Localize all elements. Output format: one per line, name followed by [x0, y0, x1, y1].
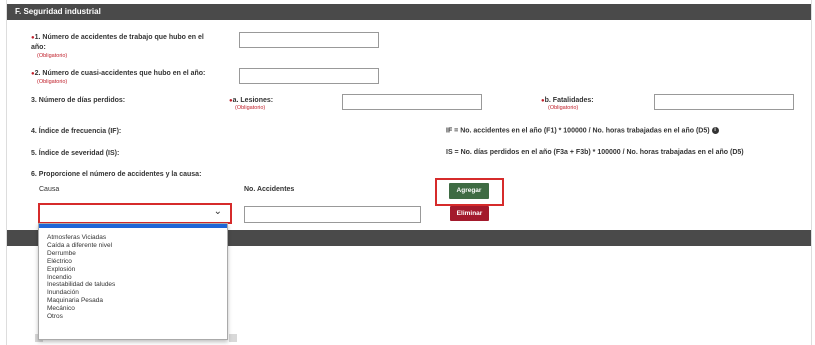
- q6-label: 6. Proporcione el número de accidentes y…: [31, 171, 202, 178]
- q1-required: (Obligatorio): [37, 53, 68, 59]
- option-taludes[interactable]: Inestabilidad de taludes: [39, 281, 227, 289]
- accidentes-input[interactable]: [244, 206, 421, 223]
- option-otros[interactable]: Otros: [39, 313, 227, 321]
- q3a-input[interactable]: [342, 94, 482, 110]
- q1-label: ●1. Número de accidentes de trabajo que …: [31, 34, 204, 51]
- q5-label: 5. Índice de severidad (IS):: [31, 150, 120, 157]
- section-header: F. Seguridad industrial: [7, 4, 811, 20]
- q3a-required: (Obligatorio): [235, 105, 266, 111]
- q1-input[interactable]: [239, 32, 379, 48]
- q5-formula: IS = No. días perdidos en el año (F3a + …: [446, 149, 744, 156]
- remove-button[interactable]: Eliminar: [450, 206, 489, 221]
- q2-input[interactable]: [239, 68, 379, 84]
- chevron-down-icon: ⌄: [213, 206, 222, 217]
- option-electrico[interactable]: Eléctrico: [39, 258, 227, 266]
- col-accidentes-header: No. Accidentes: [244, 186, 295, 193]
- option-caida[interactable]: Caída a diferente nivel: [39, 242, 227, 250]
- info-icon[interactable]: i: [711, 127, 719, 134]
- option-atmosferas[interactable]: Atmosferas Viciadas: [39, 234, 227, 242]
- option-incendio[interactable]: Incendio: [39, 274, 227, 282]
- q4-label: 4. Índice de frecuencia (IF):: [31, 128, 122, 135]
- q3b-input[interactable]: [654, 94, 794, 110]
- option-inundacion[interactable]: Inundación: [39, 289, 227, 297]
- option-derrumbe[interactable]: Derrumbe: [39, 250, 227, 258]
- q2-label: ●2. Número de cuasi-accidentes que hubo …: [31, 70, 206, 77]
- option-explosion[interactable]: Explosión: [39, 266, 227, 274]
- q4-formula: IF = No. accidentes en el año (F1) * 100…: [446, 127, 719, 134]
- option-mecanico[interactable]: Mecánico: [39, 305, 227, 313]
- q3-label: 3. Número de días perdidos:: [31, 97, 126, 104]
- q3b-required: (Obligatorio): [548, 105, 579, 111]
- col-causa-header: Causa: [39, 186, 60, 193]
- decor: [229, 334, 237, 342]
- causa-options-list[interactable]: Atmosferas Viciadas Caída a diferente ni…: [38, 223, 228, 340]
- add-button[interactable]: Agregar: [449, 183, 489, 199]
- causa-select[interactable]: ⌄: [42, 206, 228, 220]
- q2-required: (Obligatorio): [37, 79, 68, 85]
- option-maquinaria[interactable]: Maquinaria Pesada: [39, 297, 227, 305]
